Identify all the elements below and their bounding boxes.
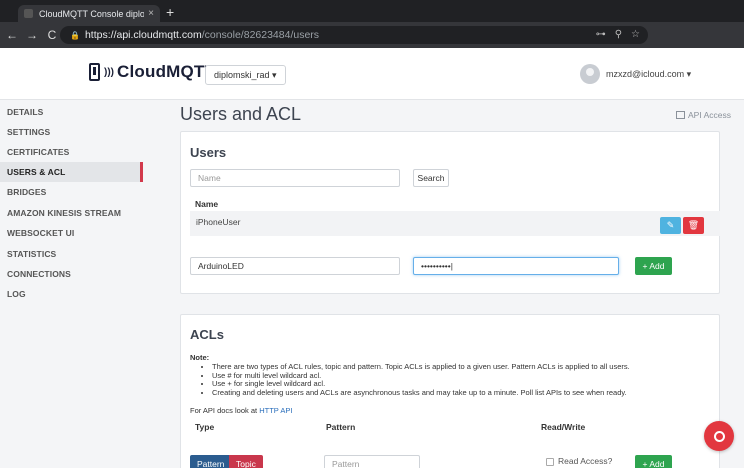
read-access-label: Read Access? — [558, 456, 613, 466]
lock-icon: 🔒 — [70, 30, 80, 40]
brand-name: CloudMQTT — [117, 62, 216, 81]
app-header: ))) CloudMQTT diplomski_rad ▾ mzxzd@iclo… — [0, 48, 744, 100]
api-docs-text: For API docs look at HTTP API — [190, 406, 292, 415]
chat-icon — [713, 430, 725, 442]
api-icon — [676, 111, 685, 119]
sidebar-item-connections[interactable]: CONNECTIONS — [0, 264, 143, 284]
new-password-input[interactable]: ••••••••••| — [413, 257, 619, 275]
note-item: Creating and deleting users and ACLs are… — [212, 388, 630, 398]
zoom-icon[interactable]: ⚲ — [615, 29, 622, 40]
url-text: https://api.cloudmqtt.com/console/826234… — [84, 29, 320, 41]
sidebar-item-statistics[interactable]: STATISTICS — [0, 244, 143, 264]
chat-button[interactable] — [704, 421, 734, 451]
topic-toggle[interactable]: Topic — [229, 455, 263, 468]
sidebar: DETAILS SETTINGS CERTIFICATES USERS & AC… — [0, 100, 143, 468]
api-access-label: API Access — [688, 110, 731, 120]
pattern-input[interactable]: Pattern — [324, 455, 420, 468]
note-label: Note: — [190, 353, 210, 362]
user-menu[interactable]: mzxzd@icloud.com ▾ — [580, 64, 691, 84]
api-access-link[interactable]: API Access — [676, 110, 731, 120]
add-acl-button[interactable]: + Add — [635, 455, 672, 468]
bookmark-star-icon[interactable]: ☆ — [631, 29, 640, 40]
new-username-input[interactable]: ArduinoLED — [190, 257, 400, 275]
http-api-link[interactable]: HTTP API — [259, 406, 292, 415]
sidebar-item-websocket-ui[interactable]: WEBSOCKET UI — [0, 223, 143, 243]
signal-icon: ))) — [104, 66, 114, 78]
page-title: Users and ACL — [180, 104, 302, 124]
acls-title: ACLs — [190, 327, 224, 342]
user-name: iPhoneUser — [196, 217, 241, 227]
new-tab-button[interactable]: + — [166, 4, 174, 20]
sidebar-item-users-acl[interactable]: USERS & ACL — [0, 162, 143, 182]
sidebar-item-bridges[interactable]: BRIDGES — [0, 182, 143, 202]
read-access-checkbox[interactable] — [546, 458, 554, 466]
cloudmqtt-logo[interactable]: ))) CloudMQTT — [89, 62, 215, 82]
sidebar-item-certificates[interactable]: CERTIFICATES — [0, 142, 143, 162]
reload-icon[interactable]: C — [44, 28, 60, 42]
user-search-input[interactable]: Name — [190, 169, 400, 187]
phone-icon — [89, 63, 100, 81]
sidebar-item-details[interactable]: DETAILS — [0, 102, 143, 122]
api-docs-prefix: For API docs look at — [190, 406, 260, 415]
instance-select[interactable]: diplomski_rad ▾ — [205, 65, 286, 85]
user-email: mzxzd@icloud.com ▾ — [606, 68, 692, 79]
browser-tab[interactable]: CloudMQTT Console diplomski × — [18, 5, 160, 22]
tab-title: CloudMQTT Console diplomski — [39, 8, 145, 19]
browser-tab-strip: CloudMQTT Console diplomski × + — [0, 0, 744, 22]
browser-toolbar: ← → C 🔒 https://api.cloudmqtt.com/consol… — [0, 22, 744, 63]
column-type: Type — [195, 422, 215, 432]
sidebar-item-log[interactable]: LOG — [0, 284, 143, 304]
column-read-write: Read/Write — [541, 422, 586, 432]
close-tab-icon[interactable]: × — [148, 8, 154, 19]
avatar — [580, 64, 600, 84]
pattern-toggle[interactable]: Pattern — [190, 455, 232, 468]
column-pattern: Pattern — [326, 422, 356, 432]
address-bar[interactable]: 🔒 https://api.cloudmqtt.com/console/8262… — [60, 26, 648, 44]
search-button[interactable]: Search — [413, 169, 449, 187]
forward-icon[interactable]: → — [24, 28, 40, 42]
back-icon[interactable]: ← — [4, 28, 20, 42]
sidebar-item-settings[interactable]: SETTINGS — [0, 122, 143, 142]
table-row: iPhoneUser ✎ 🗑 — [190, 211, 720, 236]
column-name: Name — [195, 199, 219, 209]
delete-user-button[interactable]: 🗑 — [683, 217, 704, 234]
acl-note: Note: There are two types of ACL rules, … — [190, 353, 630, 398]
favicon-icon — [24, 9, 33, 18]
edit-user-button[interactable]: ✎ — [660, 217, 681, 234]
users-title: Users — [190, 145, 227, 160]
add-user-button[interactable]: + Add — [635, 257, 672, 275]
sidebar-item-kinesis[interactable]: AMAZON KINESIS STREAM — [0, 203, 143, 223]
key-icon[interactable]: ⊶ — [596, 29, 606, 40]
